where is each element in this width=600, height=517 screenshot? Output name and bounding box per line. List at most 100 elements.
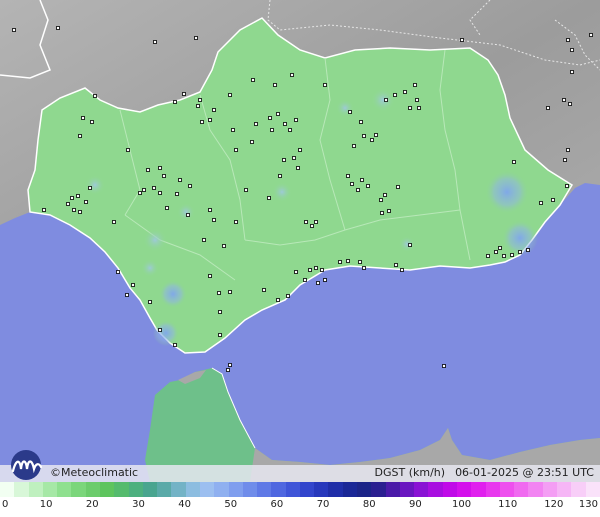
station-marker[interactable] [125, 293, 129, 297]
station-marker[interactable] [396, 185, 400, 189]
station-marker[interactable] [228, 93, 232, 97]
station-marker[interactable] [374, 133, 378, 137]
station-marker[interactable] [283, 122, 287, 126]
station-marker[interactable] [551, 198, 555, 202]
station-marker[interactable] [346, 259, 350, 263]
station-marker[interactable] [394, 263, 398, 267]
station-marker[interactable] [565, 184, 569, 188]
station-marker[interactable] [408, 243, 412, 247]
station-marker[interactable] [570, 48, 574, 52]
station-marker[interactable] [356, 188, 360, 192]
station-marker[interactable] [142, 188, 146, 192]
station-marker[interactable] [362, 134, 366, 138]
station-marker[interactable] [494, 250, 498, 254]
station-marker[interactable] [202, 238, 206, 242]
station-marker[interactable] [417, 106, 421, 110]
station-marker[interactable] [352, 144, 356, 148]
station-marker[interactable] [231, 128, 235, 132]
station-marker[interactable] [298, 148, 302, 152]
station-marker[interactable] [366, 184, 370, 188]
station-marker[interactable] [539, 201, 543, 205]
station-marker[interactable] [486, 254, 490, 258]
station-marker[interactable] [304, 220, 308, 224]
station-marker[interactable] [72, 208, 76, 212]
station-marker[interactable] [270, 128, 274, 132]
station-marker[interactable] [267, 196, 271, 200]
station-marker[interactable] [198, 98, 202, 102]
station-marker[interactable] [152, 186, 156, 190]
station-marker[interactable] [314, 220, 318, 224]
station-marker[interactable] [562, 98, 566, 102]
station-marker[interactable] [518, 250, 522, 254]
station-marker[interactable] [148, 300, 152, 304]
station-marker[interactable] [131, 283, 135, 287]
station-marker[interactable] [12, 28, 16, 32]
station-marker[interactable] [566, 38, 570, 42]
station-marker[interactable] [286, 294, 290, 298]
station-marker[interactable] [380, 211, 384, 215]
station-marker[interactable] [383, 193, 387, 197]
station-marker[interactable] [526, 248, 530, 252]
station-marker[interactable] [379, 198, 383, 202]
station-marker[interactable] [218, 310, 222, 314]
station-marker[interactable] [320, 268, 324, 272]
station-marker[interactable] [175, 192, 179, 196]
station-marker[interactable] [158, 191, 162, 195]
station-marker[interactable] [228, 290, 232, 294]
station-marker[interactable] [165, 206, 169, 210]
station-marker[interactable] [442, 364, 446, 368]
station-marker[interactable] [200, 120, 204, 124]
station-marker[interactable] [226, 368, 230, 372]
station-marker[interactable] [234, 220, 238, 224]
station-marker[interactable] [218, 333, 222, 337]
station-marker[interactable] [278, 174, 282, 178]
station-marker[interactable] [262, 288, 266, 292]
station-marker[interactable] [146, 168, 150, 172]
station-marker[interactable] [196, 104, 200, 108]
station-marker[interactable] [338, 260, 342, 264]
station-marker[interactable] [84, 200, 88, 204]
station-marker[interactable] [222, 244, 226, 248]
station-marker[interactable] [323, 278, 327, 282]
station-marker[interactable] [182, 92, 186, 96]
station-marker[interactable] [316, 281, 320, 285]
station-marker[interactable] [178, 178, 182, 182]
station-marker[interactable] [384, 98, 388, 102]
station-marker[interactable] [308, 268, 312, 272]
station-marker[interactable] [408, 106, 412, 110]
station-marker[interactable] [460, 38, 464, 42]
station-marker[interactable] [90, 120, 94, 124]
station-marker[interactable] [158, 166, 162, 170]
station-marker[interactable] [173, 100, 177, 104]
station-marker[interactable] [162, 174, 166, 178]
station-marker[interactable] [498, 246, 502, 250]
station-marker[interactable] [158, 328, 162, 332]
station-marker[interactable] [188, 184, 192, 188]
station-marker[interactable] [66, 202, 70, 206]
station-marker[interactable] [251, 78, 255, 82]
station-marker[interactable] [88, 186, 92, 190]
station-marker[interactable] [126, 148, 130, 152]
station-marker[interactable] [76, 194, 80, 198]
station-marker[interactable] [563, 158, 567, 162]
station-marker[interactable] [570, 70, 574, 74]
station-marker[interactable] [173, 343, 177, 347]
station-marker[interactable] [294, 270, 298, 274]
station-marker[interactable] [208, 208, 212, 212]
station-marker[interactable] [112, 220, 116, 224]
station-marker[interactable] [254, 122, 258, 126]
station-marker[interactable] [42, 208, 46, 212]
station-marker[interactable] [393, 93, 397, 97]
station-marker[interactable] [250, 140, 254, 144]
station-marker[interactable] [208, 274, 212, 278]
station-marker[interactable] [415, 98, 419, 102]
station-marker[interactable] [208, 118, 212, 122]
station-marker[interactable] [138, 191, 142, 195]
station-marker[interactable] [268, 116, 272, 120]
station-marker[interactable] [568, 102, 572, 106]
station-marker[interactable] [70, 196, 74, 200]
station-marker[interactable] [589, 33, 593, 37]
station-marker[interactable] [93, 94, 97, 98]
station-marker[interactable] [359, 120, 363, 124]
station-marker[interactable] [502, 254, 506, 258]
